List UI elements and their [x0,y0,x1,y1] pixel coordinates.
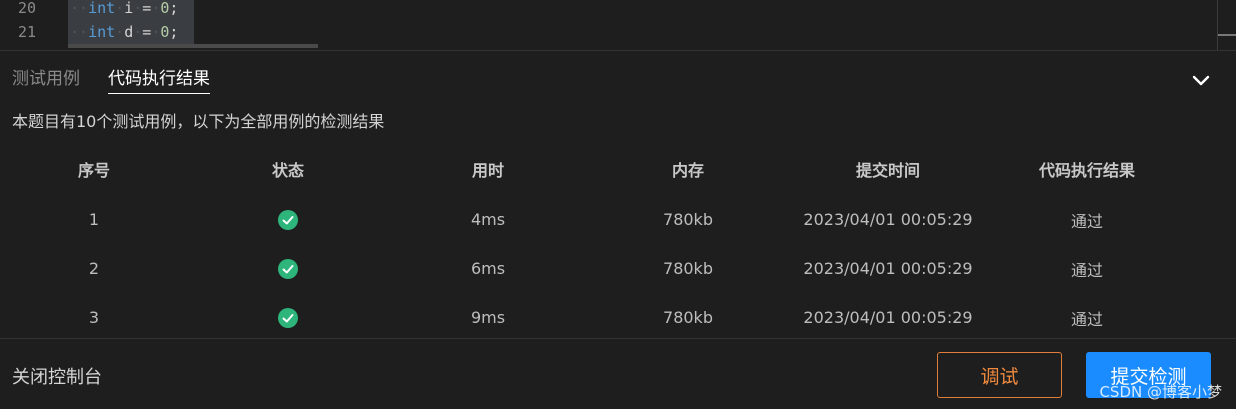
identifier: d [124,23,134,41]
cell-status [188,195,388,244]
minimap-marker [1218,34,1236,36]
code-text: ··int·d·=·0; [70,23,179,41]
number-literal: 0 [160,23,170,41]
column-header-index: 序号 [77,161,110,180]
cell-time: 4ms [470,210,506,229]
column-header-memory: 内存 [671,161,704,180]
horizontal-scrollbar[interactable] [68,44,318,48]
table-row: 1 4ms 780kb 2023/04/01 00:05:29 通过 [0,195,1186,244]
check-circle-icon [278,307,298,328]
check-circle-icon [278,209,298,230]
keyword: int [88,23,116,41]
code-text: ··int·i·=·0; [70,0,179,17]
check-circle-icon [278,258,298,279]
cell-time: 9ms [470,308,506,327]
debug-button[interactable]: 调试 [937,352,1062,398]
chevron-down-icon [1192,75,1210,86]
column-header-status: 状态 [271,161,304,180]
cell-index: 3 [88,308,100,327]
tab-execution-result[interactable]: 代码执行结果 [108,68,210,94]
cell-time: 6ms [470,259,506,278]
cell-submit-time: 2023/04/01 00:05:29 [803,210,973,229]
column-header-submit-time: 提交时间 [855,161,920,180]
table-header-row: 序号 状态 用时 内存 提交时间 代码执行结果 [0,143,1186,195]
cell-result: 通过 [1070,309,1103,329]
vertical-scrollbar[interactable] [1217,0,1218,50]
close-console-button[interactable]: 关闭控制台 [12,363,102,389]
semicolon: ; [169,0,179,17]
cell-result: 通过 [1070,260,1103,280]
submit-button[interactable]: 提交检测 [1086,352,1211,398]
line-number: 21 [17,23,36,41]
code-line: 20 ··int·i·=·0; [0,0,1236,20]
code-line: 21 ··int·d·=·0; [0,20,1236,44]
cell-submit-time: 2023/04/01 00:05:29 [803,259,973,278]
operator: = [142,23,152,41]
cell-result: 通过 [1070,211,1103,231]
table-row: 3 9ms 780kb 2023/04/01 00:05:29 通过 [0,293,1186,342]
console-panel: 测试用例 代码执行结果 本题目有10个测试用例，以下为全部用例的检测结果 序号 … [0,50,1236,409]
results-summary: 本题目有10个测试用例，以下为全部用例的检测结果 [12,112,385,131]
app-root: 20 ··int·i·=·0; 21 ··int·d·=·0; 测试用例 代码执… [0,0,1236,409]
cell-memory: 780kb [663,308,713,327]
cell-index: 1 [88,210,100,229]
semicolon: ; [169,23,179,41]
identifier: i [124,0,134,17]
number-literal: 0 [160,0,170,17]
keyword: int [88,0,116,17]
results-table: 序号 状态 用时 内存 提交时间 代码执行结果 1 4ms 780kb 2023… [0,143,1186,342]
operator: = [142,0,152,17]
cell-status [188,293,388,342]
cell-submit-time: 2023/04/01 00:05:29 [803,308,973,327]
line-number: 20 [17,0,36,17]
code-editor[interactable]: 20 ··int·i·=·0; 21 ··int·d·=·0; [0,0,1236,50]
cell-index: 2 [88,259,100,278]
cell-status [188,244,388,293]
column-header-time: 用时 [471,161,504,180]
tab-test-cases[interactable]: 测试用例 [12,68,80,90]
cell-memory: 780kb [663,259,713,278]
column-header-result: 代码执行结果 [1038,161,1135,180]
console-footer: 关闭控制台 调试 提交检测 CSDN @博客小梦 [0,338,1236,409]
collapse-button[interactable] [1190,69,1212,91]
table-row: 2 6ms 780kb 2023/04/01 00:05:29 通过 [0,244,1186,293]
cell-memory: 780kb [663,210,713,229]
